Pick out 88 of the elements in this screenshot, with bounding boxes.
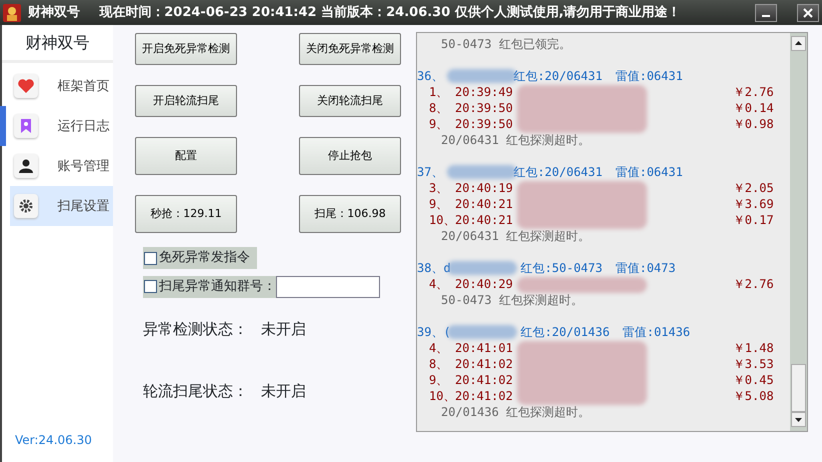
log-index: 4、: [429, 340, 450, 356]
version-label: Ver:24.06.30: [14, 432, 93, 449]
log-line: 50-0473 红包探测超时。: [440, 292, 584, 308]
log-number: 37、: [417, 164, 444, 180]
log-amount: ￥0.17: [732, 212, 774, 228]
log-index: 3、: [429, 180, 450, 196]
sidebar-item[interactable]: 扫尾设置: [10, 186, 113, 226]
action-button[interactable]: 关闭免死异常检测: [299, 33, 401, 65]
log-time: 20:39:50: [455, 116, 513, 132]
redaction-blur: [447, 324, 517, 338]
status-value: 未开启: [261, 381, 306, 402]
status-label: 轮流扫尾状态：: [143, 381, 248, 402]
log-amount: ￥3.69: [732, 196, 774, 212]
log-packet: 红包:50-0473: [520, 260, 602, 276]
log-time: 20:40:21: [455, 212, 513, 228]
log-time: 20:39:50: [455, 100, 513, 116]
window-title: 财神双号: [28, 4, 80, 22]
log-mine-value: 雷值:0473: [615, 260, 676, 276]
action-button[interactable]: 配置: [135, 137, 237, 175]
checkbox-option[interactable]: 扫尾异常通知群号：: [143, 276, 276, 298]
log-index: 9、: [429, 116, 450, 132]
log-amount: ￥1.48: [732, 340, 774, 356]
log-index: 10、: [429, 388, 455, 404]
log-mine-value: 雷值:06431: [615, 164, 683, 180]
log-index: 9、: [429, 372, 450, 388]
action-button[interactable]: 开启轮流扫尾: [135, 85, 237, 117]
log-packet: 红包:20/01436: [520, 324, 610, 340]
log-number: 39、(: [417, 324, 451, 340]
action-button[interactable]: 停止抢包: [299, 137, 401, 175]
user-icon: [14, 154, 38, 178]
log-amount: ￥0.98: [732, 116, 774, 132]
action-button[interactable]: 关闭轮流扫尾: [299, 85, 401, 117]
status-label: 异常检测状态：: [143, 318, 248, 340]
log-time: 20:40:19: [455, 180, 513, 196]
bookmark-icon: [14, 114, 38, 138]
settings-icon: [14, 194, 38, 218]
log-time: 20:41:01: [455, 340, 513, 356]
log-amount: ￥0.14: [732, 100, 774, 116]
close-button[interactable]: [796, 4, 819, 22]
window-info: 现在时间：2024-06-23 20:41:42 当前版本：24.06.30 仅供个人测试使用,请勿用于商业用途！: [99, 4, 682, 22]
sidebar-item[interactable]: 框架首页: [2, 66, 113, 106]
scroll-down-button[interactable]: [791, 412, 806, 428]
log-number: 36、: [417, 68, 444, 84]
log-line: 50-0473 红包已领完。: [440, 36, 572, 52]
close-icon: [802, 8, 813, 18]
log-index: 8、: [429, 356, 450, 372]
log-amount: ￥0.45: [732, 372, 774, 388]
log-amount: ￥5.08: [732, 388, 774, 404]
log-amount: ￥2.05: [732, 180, 774, 196]
log-mine-value: 雷值:06431: [615, 68, 683, 84]
log-amount: ￥2.76: [732, 276, 774, 292]
log-number: 38、d: [417, 260, 451, 276]
log-mine-value: 雷值:01436: [622, 324, 690, 340]
log-time: 20:41:02: [455, 356, 513, 372]
group-number-field[interactable]: [276, 276, 380, 298]
log-time: 20:41:02: [455, 388, 513, 404]
scroll-thumb[interactable]: [791, 364, 806, 412]
active-indicator: [0, 106, 6, 146]
scroll-up-button[interactable]: [791, 36, 806, 51]
log-packet: 红包:20/06431: [513, 68, 602, 84]
value-button[interactable]: 秒抢：129.11: [135, 195, 237, 233]
log-time: 20:40:29: [455, 276, 513, 292]
log-time: 20:41:02: [455, 372, 513, 388]
log-line: 20/06431 红包探测超时。: [440, 228, 592, 244]
log-line: 20/01436 红包探测超时。: [440, 404, 592, 420]
sidebar-item[interactable]: 运行日志: [2, 106, 113, 146]
log-amount: ￥3.53: [732, 356, 774, 372]
log-index: 8、: [429, 100, 450, 116]
log-index: 4、: [429, 276, 450, 292]
log-time: 20:39:49: [455, 84, 513, 100]
sidebar-item[interactable]: 账号管理: [2, 146, 113, 186]
minimize-button[interactable]: [755, 4, 778, 22]
app-logo-icon: [3, 4, 22, 22]
minimize-icon: [762, 14, 770, 16]
log-packet: 红包:20/06431: [513, 164, 602, 180]
action-button[interactable]: 开启免死异常检测: [135, 33, 237, 65]
down-arrow-icon: [795, 418, 802, 422]
log-time: 20:40:21: [455, 196, 513, 212]
log-index: 1、: [429, 84, 450, 100]
log-line: 20/06431 红包探测超时。: [440, 132, 592, 148]
value-button[interactable]: 扫尾：106.98: [299, 195, 401, 233]
log-index: 10、: [429, 212, 455, 228]
log-index: 9、: [429, 196, 450, 212]
up-arrow-icon: [795, 41, 802, 46]
scrollbar[interactable]: [790, 32, 807, 430]
status-value: 未开启: [261, 318, 306, 340]
checkbox-option[interactable]: 免死异常发指令: [143, 247, 256, 269]
log-amount: ￥2.76: [732, 84, 774, 100]
